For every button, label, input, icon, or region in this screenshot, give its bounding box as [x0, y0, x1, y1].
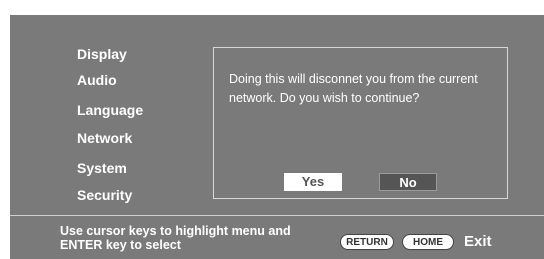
menu-item-audio[interactable]: Audio	[77, 72, 117, 88]
menu-item-system[interactable]: System	[77, 160, 127, 176]
yes-button[interactable]: Yes	[284, 173, 342, 191]
menu-item-security[interactable]: Security	[77, 187, 132, 203]
footer-divider	[10, 215, 544, 216]
no-button[interactable]: No	[379, 173, 437, 191]
dialog-message: Doing this will disconnet you from the c…	[229, 72, 478, 105]
menu-item-language[interactable]: Language	[77, 102, 143, 118]
navigation-hint: Use cursor keys to highlight menu and EN…	[60, 224, 291, 252]
confirm-dialog: Doing this will disconnet you from the c…	[213, 47, 508, 199]
settings-screen: Display Audio Language Network System Se…	[10, 15, 544, 259]
menu-item-network[interactable]: Network	[77, 130, 132, 146]
return-key-button[interactable]: RETURN	[340, 234, 394, 250]
menu-item-display[interactable]: Display	[77, 46, 127, 62]
home-key-button[interactable]: HOME	[402, 234, 454, 250]
exit-label[interactable]: Exit	[464, 233, 492, 251]
